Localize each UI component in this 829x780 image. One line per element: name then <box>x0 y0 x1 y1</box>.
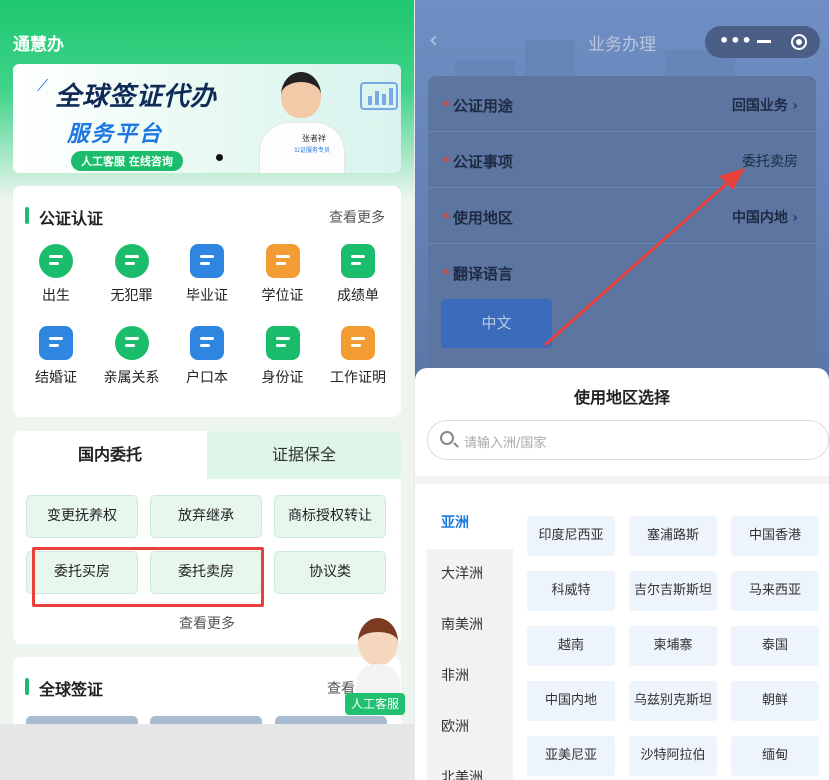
household-book-icon <box>190 326 224 360</box>
home-screen: 通慧办 ⟋ 全球签证代办 服务平台 人工客服 在线咨询 张者祥 公证服务专员 公… <box>0 0 414 780</box>
divider <box>415 476 829 484</box>
notary-more-link[interactable]: 查看更多 <box>329 207 385 227</box>
country-option[interactable]: 沙特阿拉伯 <box>629 736 717 776</box>
region-search-input[interactable]: 请输入洲/国家 <box>427 420 829 460</box>
open-book-icon <box>265 244 300 278</box>
carousel-dot[interactable] <box>216 154 223 161</box>
continent-list: 亚洲 大洋洲 南美洲 非洲 欧洲 北美洲 <box>427 498 513 780</box>
tab-domestic-entrust[interactable]: 国内委托 <box>13 431 207 479</box>
notary-item-label: 出生 <box>42 288 70 304</box>
country-option[interactable]: 塞浦路斯 <box>629 516 717 556</box>
notary-item[interactable]: 亲属关系 <box>93 326 171 387</box>
continent-item[interactable]: 北美洲 <box>427 753 513 780</box>
notary-item[interactable]: 毕业证 <box>168 244 246 305</box>
banner-person-image: 张者祥 公证服务专员 <box>253 64 351 173</box>
banner-tag: 人工客服 在线咨询 <box>71 151 183 171</box>
notary-title: 公证认证 <box>25 205 103 229</box>
notary-item[interactable]: 户口本 <box>168 326 246 387</box>
sparkle-icon: ⟋ <box>37 76 49 95</box>
country-option[interactable]: 泰国 <box>731 626 819 666</box>
police-cap-icon <box>114 244 149 278</box>
bar-chart-icon <box>360 82 398 110</box>
continent-item[interactable]: 南美洲 <box>427 600 513 651</box>
continent-item[interactable]: 亚洲 <box>427 498 513 549</box>
country-option[interactable]: 越南 <box>527 626 615 666</box>
entrust-option-button[interactable]: 变更抚养权 <box>26 495 138 538</box>
work-badge-icon <box>341 326 375 360</box>
country-option[interactable]: 中国内地 <box>527 681 615 721</box>
app-brand: 通慧办 <box>13 35 64 55</box>
continent-item[interactable]: 非洲 <box>427 651 513 702</box>
notary-item-label: 成绩单 <box>337 288 379 304</box>
country-option[interactable]: 中国香港 <box>731 516 819 556</box>
transcript-icon <box>341 244 375 278</box>
notary-item[interactable]: 结婚证 <box>17 326 95 387</box>
notary-item-label: 身份证 <box>261 370 304 386</box>
person-name: 张者祥 <box>302 134 326 143</box>
notary-item[interactable]: 工作证明 <box>319 326 397 387</box>
entrust-option-button[interactable]: 放弃继承 <box>150 495 262 538</box>
notary-item-label: 亲属关系 <box>103 370 160 386</box>
country-option[interactable]: 吉尔吉斯斯坦 <box>629 571 717 611</box>
country-option[interactable]: 亚美尼亚 <box>527 736 615 776</box>
continent-item[interactable]: 大洋洲 <box>427 549 513 600</box>
country-option[interactable]: 印度尼西亚 <box>527 516 615 556</box>
graduation-cap-icon <box>190 244 224 278</box>
bottom-area <box>0 724 414 780</box>
couple-icon <box>39 326 73 360</box>
region-select-sheet: 使用地区选择 请输入洲/国家 亚洲 大洋洲 南美洲 非洲 欧洲 北美洲 印度尼西亚 塞浦路斯… <box>415 368 829 780</box>
search-placeholder: 请输入洲/国家 <box>464 436 547 451</box>
notary-item-label: 无犯罪 <box>110 288 153 304</box>
notary-item-label: 学位证 <box>261 288 304 304</box>
banner-subtitle: 服务平台 <box>67 122 164 147</box>
customer-service-button[interactable]: 人工客服 <box>345 693 405 715</box>
notary-item[interactable]: 无犯罪 <box>93 244 171 305</box>
country-option[interactable]: 马来西亚 <box>731 571 819 611</box>
notary-item[interactable]: 身份证 <box>244 326 322 387</box>
notary-item[interactable]: 成绩单 <box>319 244 397 305</box>
search-icon <box>440 431 454 445</box>
baby-face-icon <box>39 244 73 278</box>
notary-item-label: 毕业证 <box>186 288 228 304</box>
family-icon <box>114 326 149 360</box>
tab-evidence-preservation[interactable]: 证据保全 <box>207 431 401 479</box>
notary-item-label: 工作证明 <box>330 370 386 386</box>
continent-item[interactable]: 欧洲 <box>427 702 513 753</box>
notary-item[interactable]: 出生 <box>17 244 95 305</box>
entrust-option-button[interactable]: 商标授权转让 <box>274 495 386 538</box>
country-option[interactable]: 乌兹别克斯坦 <box>629 681 717 721</box>
notary-item-label: 户口本 <box>186 370 228 386</box>
entrust-more-link[interactable]: 查看更多 <box>13 613 401 633</box>
highlight-box <box>32 547 264 607</box>
notary-card: 公证认证 查看更多 出生 无犯罪 毕业证 学位证 成绩单结婚证 亲属关系 户口本 身份证 工作证… <box>13 186 401 417</box>
notary-item-label: 结婚证 <box>35 370 77 386</box>
country-option[interactable]: 朝鲜 <box>731 681 819 721</box>
country-option[interactable]: 科威特 <box>527 571 615 611</box>
promo-banner[interactable]: ⟋ 全球签证代办 服务平台 人工客服 在线咨询 张者祥 公证服务专员 <box>13 64 401 173</box>
person-caption: 公证服务专员 <box>294 147 331 154</box>
id-card-icon <box>265 326 300 360</box>
banner-title: 全球签证代办 <box>55 82 218 112</box>
red-arrow-annotation <box>544 168 745 347</box>
sheet-title: 使用地区选择 <box>573 388 670 407</box>
country-option[interactable]: 缅甸 <box>731 736 819 776</box>
notary-item[interactable]: 学位证 <box>244 244 322 305</box>
entrust-option-button[interactable]: 协议类 <box>274 551 386 594</box>
business-screen: ‹ 业务办理 ••• * 公证用途 回国业务 › * 公证事项 委托卖房 * 使用地区 中国内地… <box>415 0 829 780</box>
country-option[interactable]: 柬埔寨 <box>629 626 717 666</box>
visa-title: 全球签证 <box>25 676 103 700</box>
entrust-card: 国内委托 证据保全 变更抚养权 放弃继承 商标授权转让 委托买房 委托卖房 协议类 查看更… <box>13 431 401 644</box>
